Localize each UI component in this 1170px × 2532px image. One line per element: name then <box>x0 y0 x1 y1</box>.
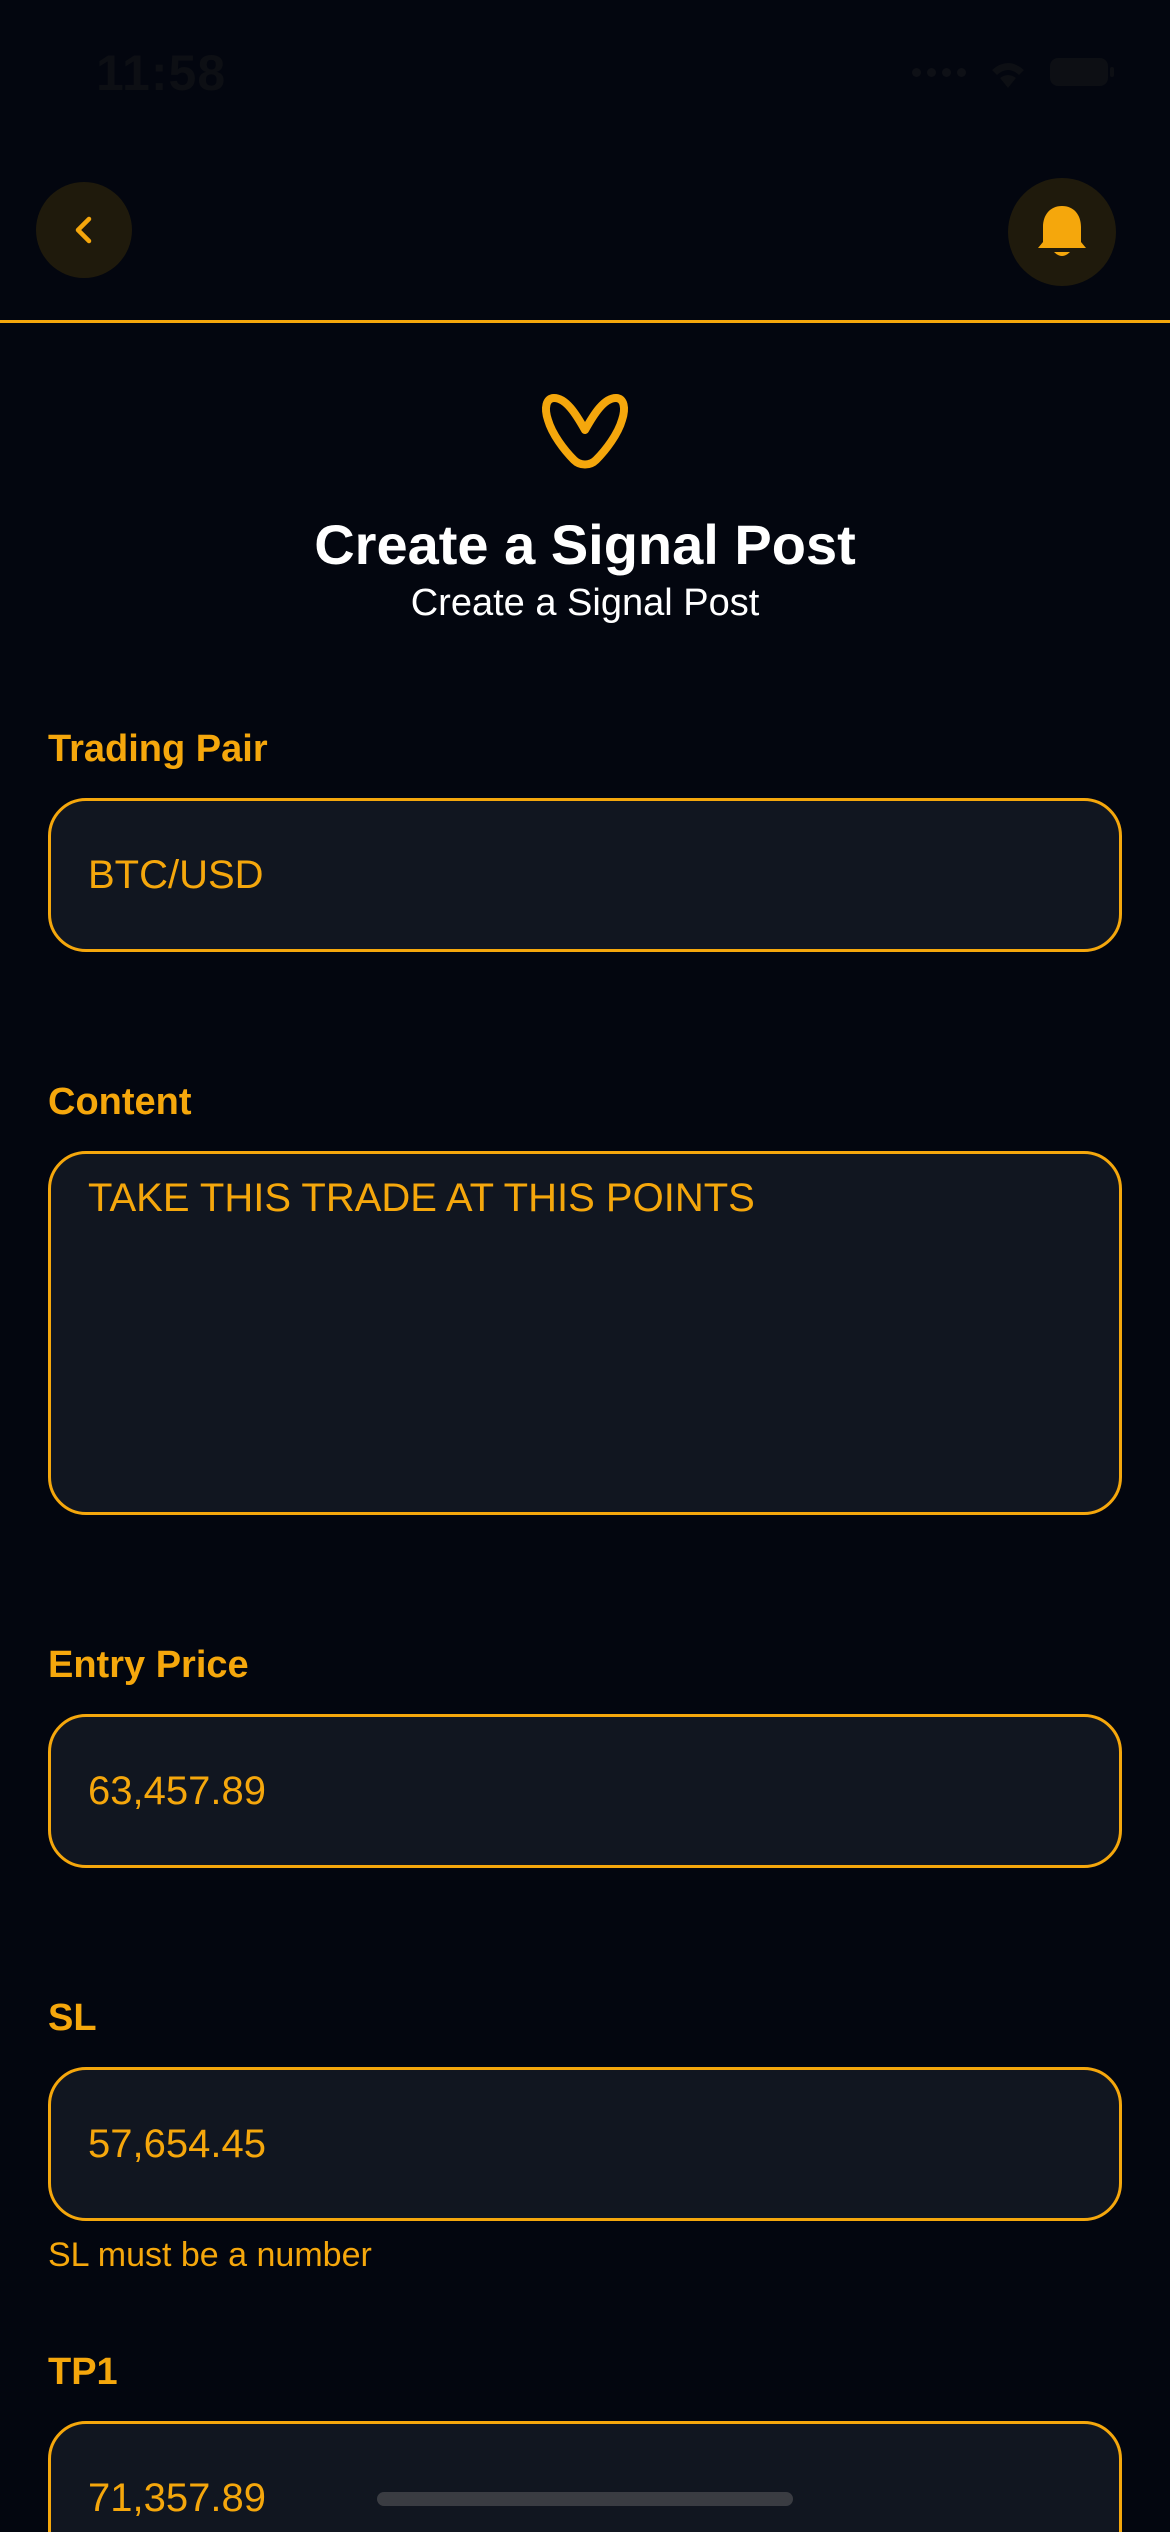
tp1-input[interactable]: 71,357.89 <box>48 2421 1122 2532</box>
trading-pair-input[interactable]: BTC/USD <box>48 798 1122 952</box>
status-icons <box>912 54 1114 90</box>
wifi-icon <box>992 63 1024 88</box>
entry-price-input[interactable]: 63,457.89 <box>48 1714 1122 1868</box>
page-subtitle: Create a Signal Post <box>410 582 760 624</box>
tp1-label: TP1 <box>48 2351 118 2393</box>
cellular-signal-icon <box>912 67 966 77</box>
sl-input[interactable]: 57,654.45 <box>48 2067 1122 2221</box>
page-title: Create a Signal Post <box>314 513 856 576</box>
status-time: 11:58 <box>96 45 227 101</box>
infinity-logo-icon <box>542 394 628 469</box>
status-bar: 11:58 <box>0 0 1170 150</box>
content-textarea[interactable]: TAKE THIS TRADE AT THIS POINTS <box>48 1151 1122 1515</box>
battery-icon <box>1050 58 1114 86</box>
back-button[interactable] <box>36 182 132 278</box>
sl-label: SL <box>48 1997 97 2039</box>
trading-pair-label: Trading Pair <box>48 728 268 770</box>
create-signal-post-screen: 11:58 Create a Signal Post Create a Sign… <box>0 0 1170 2532</box>
entry-price-label: Entry Price <box>48 1644 249 1686</box>
chevron-left-icon <box>75 216 92 244</box>
notifications-button[interactable] <box>1008 178 1116 286</box>
home-indicator <box>377 2492 793 2506</box>
content-label: Content <box>48 1081 192 1123</box>
sl-error-message: SL must be a number <box>48 2236 372 2274</box>
header-divider <box>0 320 1170 323</box>
bell-icon <box>1038 206 1086 256</box>
